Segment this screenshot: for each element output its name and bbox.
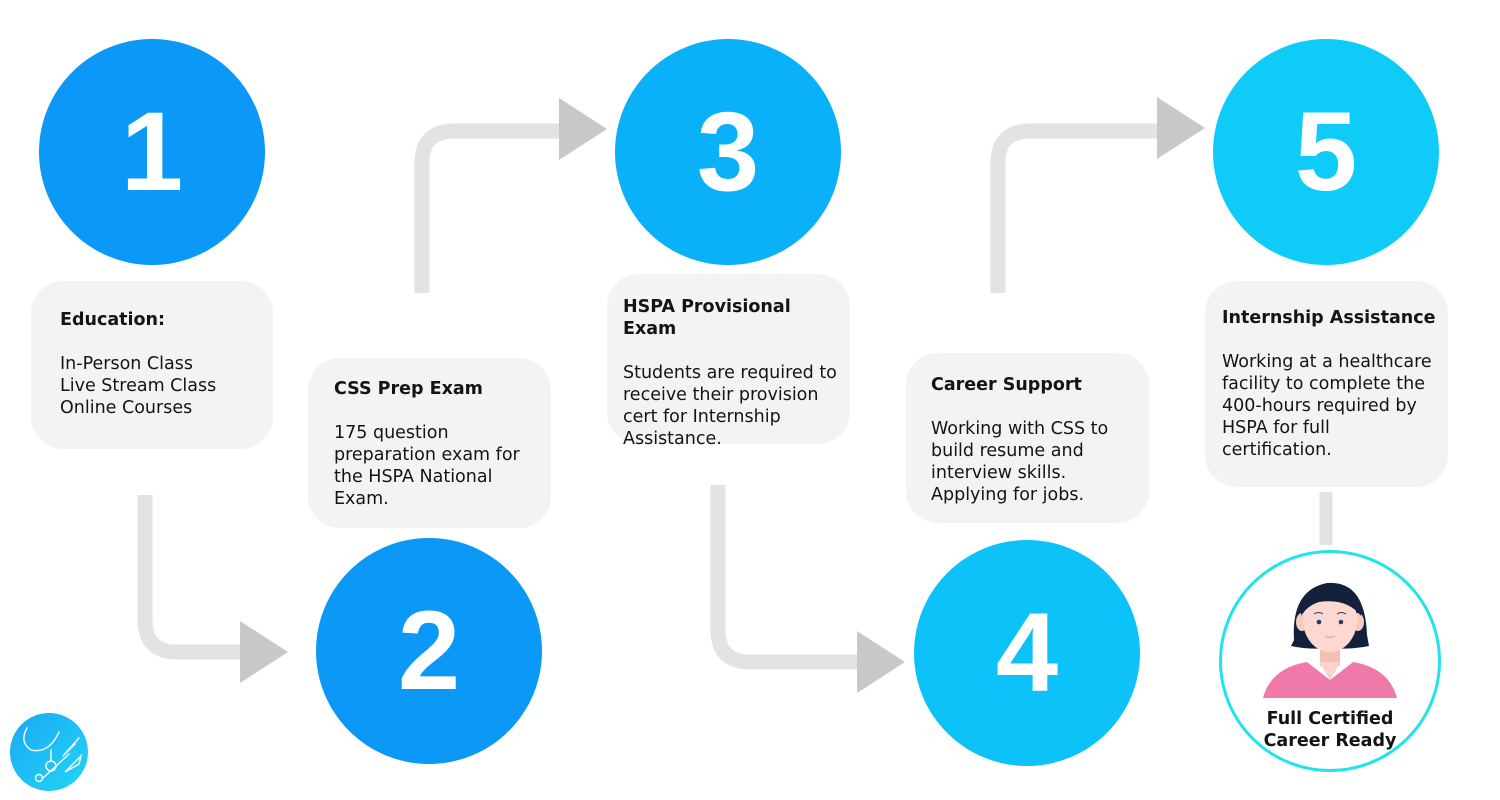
step-1-card: Education: In-Person Class Live Stream C… — [31, 281, 273, 449]
step-2-title: CSS Prep Exam — [334, 379, 483, 399]
career-ready-label: Full Certified Career Ready — [1263, 709, 1397, 751]
step-2-description: 175 question preparation exam for the HS… — [334, 423, 520, 509]
step-3-number: 3 — [696, 89, 760, 214]
step-4-card: Career Support Working with CSS to build… — [906, 353, 1149, 523]
step-3-circle: 3 — [615, 39, 841, 265]
step-4-number: 4 — [995, 590, 1059, 715]
step-2-card: CSS Prep Exam 175 question preparation e… — [308, 358, 551, 528]
connector-4-to-5 — [990, 123, 1162, 293]
step-1-description: In-Person Class Live Stream Class Online… — [60, 354, 217, 418]
arrowhead-to-5 — [1157, 97, 1205, 159]
step-1-circle: 1 — [39, 39, 265, 265]
arrowhead-to-3 — [559, 98, 607, 160]
step-5-card: Internship Assistance Working at a healt… — [1205, 281, 1448, 487]
step-4-circle: 4 — [914, 540, 1140, 766]
step-5-circle: 5 — [1213, 39, 1439, 265]
step-3-description: Students are required to receive their p… — [623, 363, 837, 449]
step-2-number: 2 — [397, 588, 461, 713]
step-3-title: HSPA Provisional Exam — [623, 297, 791, 339]
connector-1-to-2 — [137, 495, 245, 660]
step-5-description: Working at a healthcare facility to comp… — [1222, 352, 1432, 460]
step-4-title: Career Support — [931, 375, 1082, 395]
step-1-title: Education: — [60, 310, 165, 330]
step-1-number: 1 — [120, 89, 184, 214]
step-4-description: Working with CSS to build resume and int… — [931, 419, 1109, 505]
arrowhead-to-4 — [857, 631, 905, 693]
step-3-card: HSPA Provisional Exam Students are requi… — [607, 274, 850, 449]
step-5-number: 5 — [1294, 89, 1358, 214]
arrowhead-to-2 — [240, 621, 288, 683]
step-2-circle: 2 — [316, 538, 542, 764]
connector-3-to-4 — [710, 485, 862, 670]
career-ready-badge: Full Certified Career Ready — [1219, 550, 1441, 772]
connector-2-to-3 — [414, 123, 565, 293]
medical-instruments-logo-icon — [10, 713, 88, 791]
step-5-title: Internship Assistance — [1222, 308, 1436, 328]
